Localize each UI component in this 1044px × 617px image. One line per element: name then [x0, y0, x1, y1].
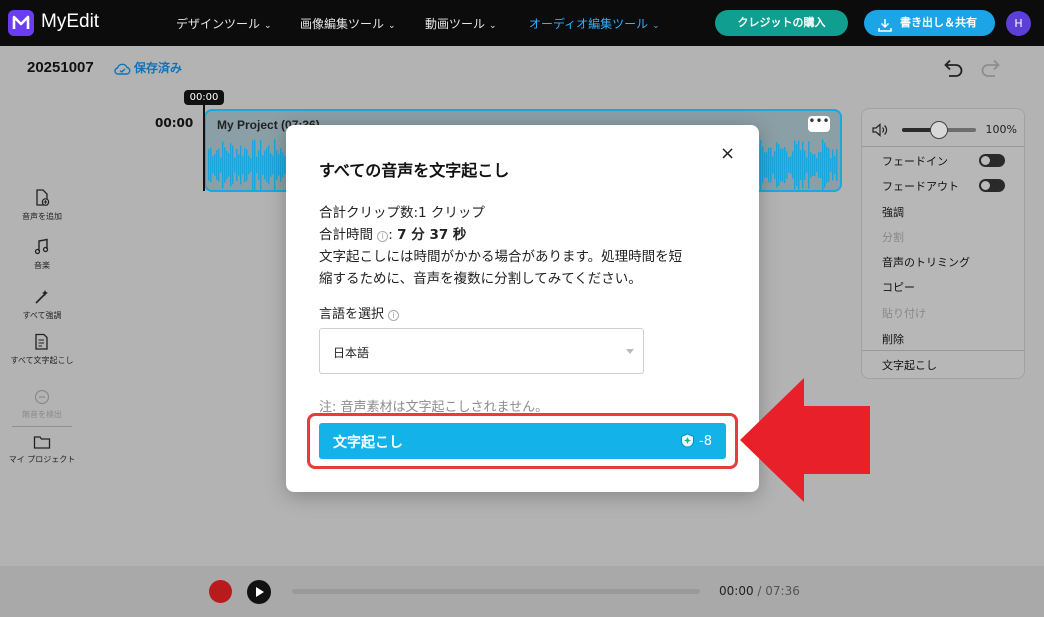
- play-button[interactable]: [247, 580, 271, 604]
- sidebar-transcribe-all[interactable]: すべて文字起こし: [8, 333, 76, 366]
- nav-audio-tools[interactable]: オーディオ編集ツール ⌄: [529, 15, 660, 32]
- chevron-down-icon: ⌄: [264, 21, 272, 31]
- user-avatar[interactable]: H: [1006, 11, 1031, 36]
- paste-menu-item[interactable]: 貼り付け: [882, 305, 926, 321]
- clip-more-button[interactable]: •••: [808, 115, 830, 132]
- app-name[interactable]: MyEdit: [41, 11, 99, 33]
- sidebar-enhance-all[interactable]: すべて強調: [8, 288, 76, 321]
- sidebar-add-audio[interactable]: 音声を追加: [8, 189, 76, 222]
- save-status: 保存済み: [114, 59, 182, 78]
- notice-text-line2: 縮するために、音声を複数に分割してみてください。: [319, 271, 642, 287]
- notice-text-line1: 文字起こしには時間がかかる場合があります。処理時間を短: [319, 249, 683, 265]
- volume-percent: 100%: [985, 123, 1017, 136]
- project-title[interactable]: 20251007: [27, 59, 94, 76]
- dialog-title: すべての音声を文字起こし: [319, 161, 510, 180]
- record-button[interactable]: [209, 580, 232, 603]
- sidebar-divider: [12, 426, 72, 427]
- player-bar: 00:00 / 07:36: [0, 566, 1044, 617]
- info-icon[interactable]: i: [388, 310, 400, 321]
- volume-control: 100%: [872, 121, 1017, 139]
- language-select[interactable]: 日本語: [319, 328, 644, 374]
- cloud-check-icon: [114, 62, 131, 78]
- folder-icon: [8, 434, 76, 452]
- volume-icon[interactable]: [872, 122, 888, 141]
- copy-menu-item[interactable]: コピー: [882, 279, 915, 295]
- playback-time: 00:00 / 07:36: [719, 584, 800, 598]
- download-icon: [878, 16, 892, 42]
- sidebar-my-projects[interactable]: マイ プロジェクト: [8, 434, 76, 465]
- sidebar-detect-silence[interactable]: 無音を検出: [8, 389, 76, 420]
- magic-wand-icon: [8, 288, 76, 308]
- volume-slider-handle[interactable]: [930, 121, 948, 139]
- language-select-value: 日本語: [333, 346, 370, 360]
- language-label: 言語を選択 i: [319, 303, 400, 322]
- redo-icon[interactable]: [980, 58, 1002, 82]
- fade-out-label: フェードアウト: [882, 180, 959, 193]
- add-audio-icon: [8, 189, 76, 209]
- silence-detect-icon: [8, 389, 76, 407]
- myedit-logo-icon[interactable]: [8, 10, 34, 36]
- export-share-button[interactable]: 書き出し＆共有: [864, 10, 995, 36]
- music-icon: [8, 238, 76, 258]
- close-icon[interactable]: ×: [720, 145, 735, 163]
- chevron-down-icon: ⌄: [388, 21, 396, 31]
- trim-audio-menu-item[interactable]: 音声のトリミング: [882, 254, 970, 270]
- buy-credits-button[interactable]: クレジットの購入: [715, 10, 848, 36]
- sidebar-music[interactable]: 音楽: [8, 238, 76, 271]
- chevron-down-icon: ⌄: [652, 21, 660, 31]
- fade-out-toggle[interactable]: [979, 179, 1005, 192]
- split-menu-item[interactable]: 分割: [882, 229, 904, 245]
- red-arrow-icon: [740, 378, 870, 502]
- clip-properties-panel: 100% フェードイン フェードアウト 強調 分割 音声のトリミング コピー 貼…: [861, 108, 1025, 379]
- clip-count-text: 合計クリップ数:1 クリップ: [319, 205, 485, 221]
- enhance-menu-item[interactable]: 強調: [882, 204, 904, 220]
- info-icon[interactable]: i: [377, 231, 389, 242]
- panel-divider: [862, 350, 1024, 351]
- caret-down-icon: [626, 349, 634, 354]
- highlight-box: [307, 413, 738, 469]
- top-bar: MyEdit デザインツール ⌄ 画像編集ツール ⌄ 動画ツール ⌄ オーディオ編集ツ…: [0, 0, 1044, 46]
- transcribe-menu-item[interactable]: 文字起こし: [882, 357, 937, 373]
- transcribe-all-icon: [8, 333, 76, 353]
- nav-design-tools[interactable]: デザインツール ⌄: [176, 15, 272, 32]
- playhead[interactable]: [203, 105, 205, 191]
- chevron-down-icon: ⌄: [489, 21, 497, 31]
- fade-in-label: フェードイン: [882, 155, 948, 168]
- nav-video-tools[interactable]: 動画ツール ⌄: [425, 15, 497, 32]
- playback-progress-bar[interactable]: [292, 589, 700, 594]
- timeline-start-time: 00:00: [155, 116, 194, 130]
- nav-image-tools[interactable]: 画像編集ツール ⌄: [300, 15, 396, 32]
- playhead-time[interactable]: 00:00: [184, 90, 224, 105]
- total-duration-text: 合計時間 i: 7 分 37 秒: [319, 227, 467, 243]
- delete-menu-item[interactable]: 削除: [882, 331, 904, 347]
- fade-in-toggle[interactable]: [979, 154, 1005, 167]
- panel-divider: [862, 146, 1024, 147]
- transcribe-all-dialog: すべての音声を文字起こし × 合計クリップ数:1 クリップ 合計時間 i: 7 …: [286, 125, 759, 492]
- undo-icon[interactable]: [942, 58, 964, 82]
